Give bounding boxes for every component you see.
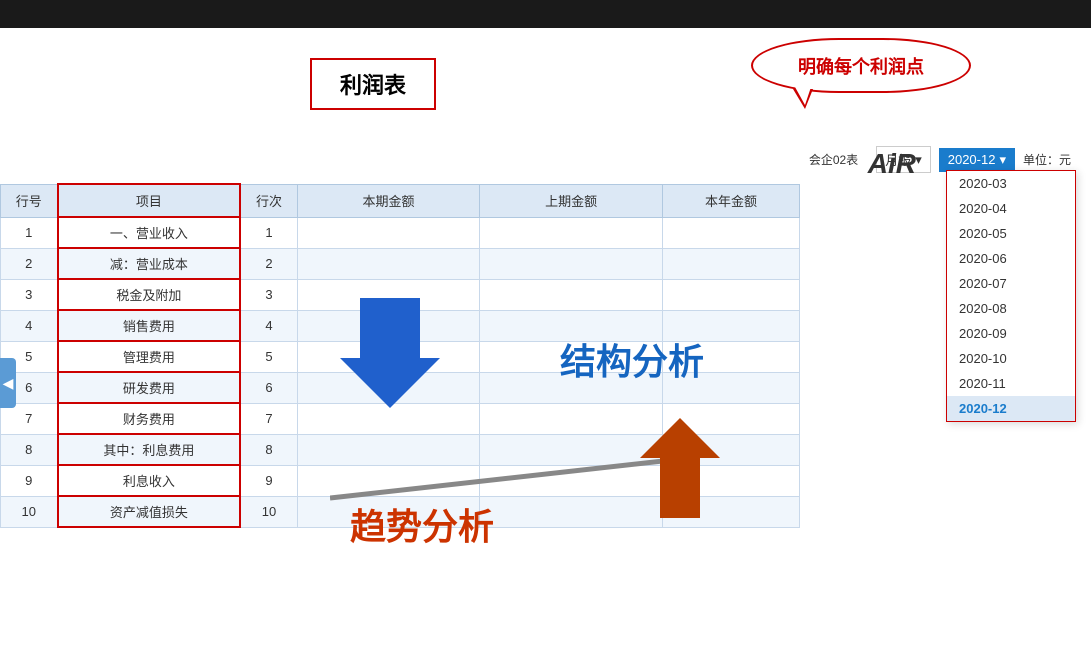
cell-xiangmu: 研发费用 <box>58 372 241 403</box>
cell-hang: 4 <box>1 310 58 341</box>
period-dropdown: 2020-032020-042020-052020-062020-072020-… <box>946 170 1076 422</box>
air-text: AiR <box>868 148 916 180</box>
main-content: 明确每个利润点 利润表 会企02表 月报 ▾ 2020-12 ▾ 单位：元 行号… <box>0 28 1091 654</box>
jiegou-text: 结构分析 <box>560 333 704 385</box>
callout-text: 明确每个利润点 <box>798 53 924 79</box>
cell-sq <box>480 217 663 248</box>
unit-label: 单位：元 <box>1023 151 1071 168</box>
dropdown-item[interactable]: 2020-10 <box>947 346 1075 371</box>
cell-ci: 9 <box>240 465 297 496</box>
cell-hang: 3 <box>1 279 58 310</box>
table-row: 2 减：营业成本 2 <box>1 248 800 279</box>
cell-hang: 2 <box>1 248 58 279</box>
cell-bn <box>663 248 800 279</box>
left-collapse-tab[interactable]: ◀ <box>0 358 16 408</box>
dropdown-item[interactable]: 2020-06 <box>947 246 1075 271</box>
cell-bq <box>297 217 480 248</box>
table-header-row: 行号 项目 行次 本期金额 上期金额 本年金额 <box>1 184 800 217</box>
cell-xiangmu: 一、营业收入 <box>58 217 241 248</box>
controls-bar: 会企02表 月报 ▾ 2020-12 ▾ 单位：元 <box>0 146 1091 173</box>
cell-ci: 8 <box>240 434 297 465</box>
cell-sq <box>480 403 663 434</box>
dropdown-item[interactable]: 2020-04 <box>947 196 1075 221</box>
th-hangci: 行次 <box>240 184 297 217</box>
cell-ci: 7 <box>240 403 297 434</box>
dropdown-item[interactable]: 2020-05 <box>947 221 1075 246</box>
dropdown-items-container: 2020-032020-042020-052020-062020-072020-… <box>947 171 1075 421</box>
cell-xiangmu: 利息收入 <box>58 465 241 496</box>
callout-bubble: 明确每个利润点 <box>751 38 971 93</box>
cell-bq <box>297 248 480 279</box>
qushi-text: 趋势分析 <box>350 498 494 550</box>
up-arrow-overlay <box>640 418 720 518</box>
cell-ci: 3 <box>240 279 297 310</box>
cell-hang: 10 <box>1 496 58 527</box>
period-value-select[interactable]: 2020-12 ▾ <box>939 148 1015 172</box>
th-xiangmu: 项目 <box>58 184 241 217</box>
title-box: 利润表 <box>310 58 436 110</box>
cell-ci: 5 <box>240 341 297 372</box>
dropdown-item[interactable]: 2020-12 <box>947 396 1075 421</box>
cell-sq <box>480 248 663 279</box>
cell-xiangmu: 资产减值损失 <box>58 496 241 527</box>
cell-ci: 1 <box>240 217 297 248</box>
cell-xiangmu: 财务费用 <box>58 403 241 434</box>
cell-xiangmu: 其中：利息费用 <box>58 434 241 465</box>
cell-ci: 6 <box>240 372 297 403</box>
cell-xiangmu: 管理费用 <box>58 341 241 372</box>
cell-ci: 4 <box>240 310 297 341</box>
dropdown-item[interactable]: 2020-11 <box>947 371 1075 396</box>
down-arrow-overlay <box>340 298 440 408</box>
period-value-chevron: ▾ <box>999 152 1006 168</box>
cell-ci: 2 <box>240 248 297 279</box>
table-row: 1 一、营业收入 1 <box>1 217 800 248</box>
th-bn: 本年金额 <box>663 184 800 217</box>
period-value-label: 2020-12 <box>948 152 996 167</box>
cell-xiangmu: 税金及附加 <box>58 279 241 310</box>
cell-bn <box>663 217 800 248</box>
cell-bn <box>663 279 800 310</box>
cell-hang: 9 <box>1 465 58 496</box>
cell-ci: 10 <box>240 496 297 527</box>
cell-sq <box>480 279 663 310</box>
title-text: 利润表 <box>340 73 406 98</box>
dropdown-item[interactable]: 2020-03 <box>947 171 1075 196</box>
dropdown-item[interactable]: 2020-08 <box>947 296 1075 321</box>
cell-xiangmu: 销售费用 <box>58 310 241 341</box>
left-tab-icon: ◀ <box>3 375 14 392</box>
dropdown-item[interactable]: 2020-09 <box>947 321 1075 346</box>
cell-xiangmu: 减：营业成本 <box>58 248 241 279</box>
th-bq: 本期金额 <box>297 184 480 217</box>
top-bar <box>0 0 1091 28</box>
company-label: 会企02表 <box>809 151 858 168</box>
period-type-chevron: ▾ <box>915 152 922 168</box>
callout: 明确每个利润点 <box>751 38 971 108</box>
dropdown-item[interactable]: 2020-07 <box>947 271 1075 296</box>
th-hang: 行号 <box>1 184 58 217</box>
cell-hang: 1 <box>1 217 58 248</box>
th-sq: 上期金额 <box>480 184 663 217</box>
cell-hang: 8 <box>1 434 58 465</box>
